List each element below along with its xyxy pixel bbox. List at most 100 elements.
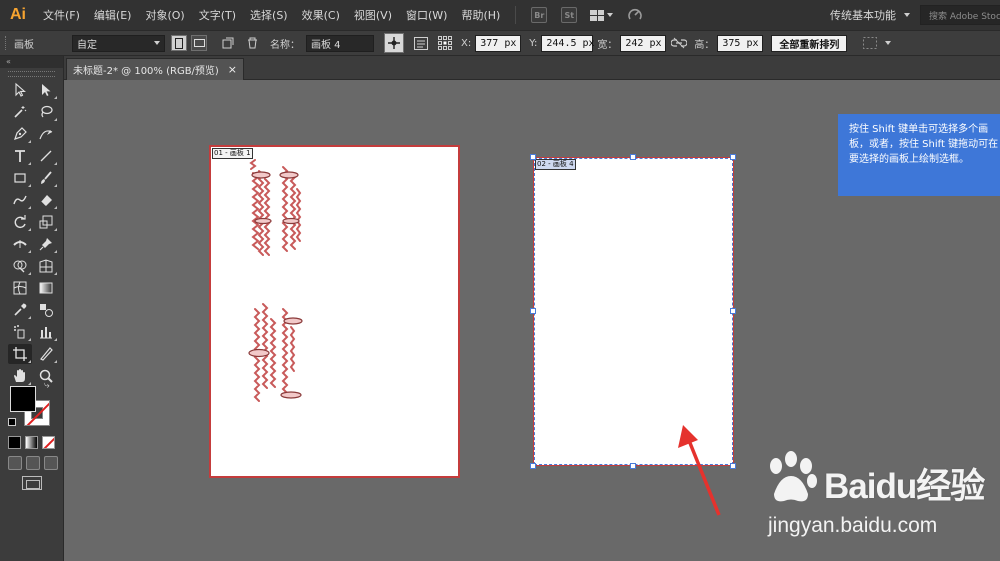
sync-icon[interactable] [627, 7, 643, 23]
artboard-1[interactable]: 01 - 画板 1 [209, 145, 460, 478]
artboard-select-options[interactable] [861, 34, 879, 52]
screen-mode-icon[interactable] [22, 476, 42, 490]
rearrange-all-button[interactable]: 全部重新排列 [771, 34, 848, 52]
swap-fill-stroke-icon[interactable]: ⤷ [44, 380, 50, 391]
rotate-tool[interactable] [8, 212, 32, 232]
color-mode-icon[interactable] [8, 436, 21, 449]
control-bar: 画板 自定 名称： 画板 4 X: 377 px Y: 244.5 px 宽： … [0, 30, 1000, 56]
blend-icon [40, 304, 53, 317]
panel-grip[interactable] [8, 71, 55, 77]
tools-panel: « ⤷ [0, 56, 64, 561]
document-tab[interactable]: 未标题-2* @ 100% (RGB/预览) × [66, 58, 244, 80]
new-artboard-icon [222, 37, 234, 49]
fill-swatch[interactable] [10, 386, 36, 412]
artboard-tool[interactable] [8, 344, 32, 364]
slice-knife-icon [40, 347, 53, 361]
pin-icon [39, 238, 52, 251]
default-fill-stroke-icon[interactable] [8, 418, 16, 426]
resize-handle[interactable] [530, 463, 536, 469]
resize-handle[interactable] [530, 308, 536, 314]
color-mode-row [8, 436, 55, 449]
menu-view[interactable]: 视图(V) [347, 7, 399, 23]
illustrator-window: Ai 文件(F) 编辑(E) 对象(O) 文字(T) 选择(S) 效果(C) 视… [0, 0, 1000, 561]
canvas-area[interactable]: 01 - 画板 1 02 - 画板 4 按住 Shift 键单击可选择多个画板，… [64, 80, 1000, 561]
selection-tool[interactable] [8, 80, 32, 100]
draw-behind-icon[interactable] [26, 456, 40, 470]
none-mode-icon[interactable] [42, 436, 55, 449]
menu-object[interactable]: 对象(O) [138, 7, 191, 23]
collapse-panel-icon[interactable]: « [0, 56, 63, 68]
paintbrush-tool[interactable] [34, 168, 58, 188]
slice-tool[interactable] [34, 344, 58, 364]
y-field[interactable]: 244.5 px [541, 34, 595, 52]
perspective-grid-tool[interactable] [34, 256, 58, 276]
column-graph-tool[interactable] [34, 322, 58, 342]
new-artboard-button[interactable] [219, 34, 237, 52]
resize-handle[interactable] [630, 463, 636, 469]
constrain-proportions-button[interactable] [670, 34, 688, 52]
delete-artboard-button[interactable] [243, 34, 261, 52]
eraser-tool[interactable] [34, 190, 58, 210]
artboard-name-field[interactable]: 画板 4 [306, 34, 374, 52]
preset-select[interactable]: 自定 [72, 34, 165, 52]
arrange-documents-button[interactable] [590, 9, 614, 21]
draw-normal-icon[interactable] [8, 456, 22, 470]
gradient-tool[interactable] [34, 278, 58, 298]
search-placeholder: 搜索 Adobe Stock [929, 11, 1000, 22]
scale-tool[interactable] [34, 212, 58, 232]
x-field[interactable]: 377 px [475, 34, 522, 52]
lasso-tool[interactable] [34, 102, 58, 122]
watermark-brand: Baidu经验 [824, 467, 985, 506]
blend-tool[interactable] [34, 300, 58, 320]
shaper-tool[interactable] [8, 190, 32, 210]
link-icon [671, 37, 688, 49]
close-icon[interactable]: × [228, 63, 237, 76]
pen-tool[interactable] [8, 124, 32, 144]
resize-handle[interactable] [730, 154, 736, 160]
menu-bar: Ai 文件(F) 编辑(E) 对象(O) 文字(T) 选择(S) 效果(C) 视… [0, 0, 1000, 30]
hand-tool[interactable] [8, 366, 32, 386]
stock-button[interactable]: St [561, 7, 578, 23]
shape-builder-tool[interactable] [8, 256, 32, 276]
eyedropper-tool[interactable] [8, 300, 32, 320]
bridge-button[interactable]: Br [531, 7, 548, 23]
menu-edit[interactable]: 编辑(E) [87, 7, 139, 23]
menu-type[interactable]: 文字(T) [192, 7, 243, 23]
magic-wand-tool[interactable] [8, 102, 32, 122]
move-with-artboard-button[interactable] [384, 33, 404, 53]
magic-wand-icon [14, 106, 27, 118]
menu-window[interactable]: 窗口(W) [399, 7, 454, 23]
resize-handle[interactable] [630, 154, 636, 160]
artboard-options-button[interactable] [412, 34, 430, 52]
draw-inside-icon[interactable] [44, 456, 58, 470]
rectangle-tool[interactable] [8, 168, 32, 188]
puppet-warp-tool[interactable] [34, 234, 58, 254]
menu-select[interactable]: 选择(S) [243, 7, 295, 23]
reference-point-button[interactable] [436, 34, 454, 52]
menu-effect[interactable]: 效果(C) [295, 7, 347, 23]
resize-handle[interactable] [530, 154, 536, 160]
menu-file[interactable]: 文件(F) [36, 7, 87, 23]
artwork-group[interactable] [245, 159, 309, 407]
hand-icon [14, 369, 25, 382]
search-input[interactable]: 搜索 Adobe Stock [920, 5, 1000, 25]
curvature-tool[interactable] [34, 124, 58, 144]
gradient-mode-icon[interactable] [25, 436, 38, 449]
resize-handle[interactable] [730, 463, 736, 469]
type-tool[interactable] [8, 146, 32, 166]
resize-handle[interactable] [730, 308, 736, 314]
line-segment-tool[interactable] [34, 146, 58, 166]
direct-selection-tool[interactable] [34, 80, 58, 100]
workspace-switcher[interactable]: 传统基本功能 [822, 0, 910, 30]
menu-help[interactable]: 帮助(H) [454, 7, 507, 23]
height-field[interactable]: 375 px [717, 34, 764, 52]
spray-icon [14, 325, 25, 339]
portrait-button[interactable] [171, 35, 187, 51]
dashed-rectangle-icon [863, 37, 878, 49]
symbol-sprayer-tool[interactable] [8, 322, 32, 342]
mesh-tool[interactable] [8, 278, 32, 298]
width-tool[interactable] [8, 234, 32, 254]
landscape-button[interactable] [191, 35, 207, 51]
width-field[interactable]: 242 px [620, 34, 667, 52]
type-t-icon [15, 150, 25, 162]
